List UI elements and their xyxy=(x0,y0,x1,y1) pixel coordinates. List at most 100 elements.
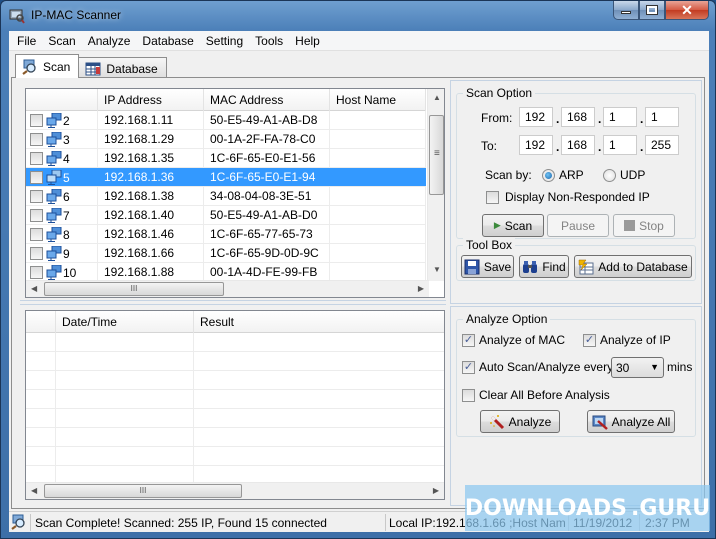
to-octet-4[interactable]: 255 xyxy=(645,135,679,155)
analyze-all-icon xyxy=(592,415,608,430)
scroll-right-icon[interactable]: ▶ xyxy=(433,486,439,495)
tab-database[interactable]: Database xyxy=(78,57,167,78)
row-checkbox[interactable] xyxy=(30,228,43,241)
scan-options-panel: Scan Option From: 192 . 168 . 1 . 1 To: … xyxy=(450,80,702,304)
non-responded-checkbox[interactable] xyxy=(486,191,499,204)
status-separator xyxy=(30,514,31,531)
table-row[interactable]: 2 192.168.1.11 50-E5-49-A1-AB-D8 xyxy=(26,111,426,130)
menu-help[interactable]: Help xyxy=(289,31,326,50)
column-header-mac[interactable]: MAC Address xyxy=(204,89,330,111)
row-checkbox[interactable] xyxy=(30,171,43,184)
auto-scan-checkbox[interactable]: ✓ xyxy=(462,361,475,374)
clear-before-analysis-checkbox[interactable] xyxy=(462,389,475,402)
analyze-button[interactable]: Analyze xyxy=(480,410,560,433)
interval-value: 30 xyxy=(616,361,630,375)
column-header-index[interactable] xyxy=(26,311,56,333)
network-computer-icon xyxy=(46,189,62,204)
row-checkbox[interactable] xyxy=(30,266,43,279)
menu-scan[interactable]: Scan xyxy=(42,31,81,50)
menu-setting[interactable]: Setting xyxy=(200,31,249,50)
pause-button-label: Pause xyxy=(560,218,596,233)
row-index-cell: 2 xyxy=(26,111,98,129)
pause-button[interactable]: Pause xyxy=(547,214,609,237)
scan-button[interactable]: ▶ Scan xyxy=(482,214,544,237)
from-octet-4[interactable]: 1 xyxy=(645,107,679,127)
title-bar[interactable]: IP-MAC Scanner ✕ xyxy=(1,1,715,31)
client-area: File Scan Analyze Database Setting Tools… xyxy=(9,31,709,532)
menu-analyze[interactable]: Analyze xyxy=(82,31,137,50)
table-row[interactable]: 3 192.168.1.29 00-1A-2F-FA-78-C0 xyxy=(26,130,426,149)
interval-dropdown[interactable]: 30 ▼ xyxy=(611,357,664,378)
result-grid-horizontal-thumb[interactable]: III xyxy=(44,484,242,498)
row-checkbox[interactable] xyxy=(30,152,43,165)
from-octet-3[interactable]: 1 xyxy=(603,107,637,127)
menu-tools[interactable]: Tools xyxy=(249,31,289,50)
ip-cell: 192.168.1.46 xyxy=(98,225,204,243)
table-row[interactable]: 5 192.168.1.36 1C-6F-65-E0-E1-94 xyxy=(26,168,426,187)
add-to-database-button[interactable]: Add to Database xyxy=(574,255,692,278)
scroll-right-icon[interactable]: ▶ xyxy=(418,284,424,293)
to-octet-2[interactable]: 168 xyxy=(561,135,595,155)
empty-cell xyxy=(56,333,194,351)
row-index-cell: 9 xyxy=(26,244,98,262)
window-title: IP-MAC Scanner xyxy=(31,8,122,22)
scroll-left-icon[interactable]: ◀ xyxy=(31,284,37,293)
analyze-all-button-label: Analyze All xyxy=(611,414,671,429)
column-header-result[interactable]: Result xyxy=(194,311,444,333)
udp-radio[interactable] xyxy=(603,169,616,182)
network-computer-icon xyxy=(46,151,62,166)
scroll-down-icon[interactable]: ▼ xyxy=(433,265,441,274)
find-button[interactable]: Find xyxy=(519,255,569,278)
ip-cell: 192.168.1.36 xyxy=(98,168,204,186)
maximize-button[interactable] xyxy=(639,1,665,20)
from-octet-2[interactable]: 168 xyxy=(561,107,595,127)
row-checkbox[interactable] xyxy=(30,190,43,203)
from-octet-1[interactable]: 192 xyxy=(519,107,553,127)
result-grid-horizontal-scrollbar[interactable]: ◀ III ▶ xyxy=(26,482,444,499)
column-header-datetime[interactable]: Date/Time xyxy=(56,311,194,333)
row-checkbox[interactable] xyxy=(30,247,43,260)
table-row[interactable]: 8 192.168.1.46 1C-6F-65-77-65-73 xyxy=(26,225,426,244)
to-octet-3[interactable]: 1 xyxy=(603,135,637,155)
scan-grid-vertical-scrollbar[interactable]: ▲ ≡ ▼ xyxy=(427,89,444,281)
row-checkbox[interactable] xyxy=(30,133,43,146)
row-checkbox[interactable] xyxy=(30,209,43,222)
empty-cell xyxy=(26,447,56,465)
column-header-ip[interactable]: IP Address xyxy=(98,89,204,111)
to-octet-1[interactable]: 192 xyxy=(519,135,553,155)
udp-label[interactable]: UDP xyxy=(620,168,645,182)
scan-grid-vertical-thumb[interactable]: ≡ xyxy=(429,115,444,195)
table-row[interactable]: 9 192.168.1.66 1C-6F-65-9D-0D-9C xyxy=(26,244,426,263)
analyze-all-button[interactable]: Analyze All xyxy=(587,410,675,433)
table-row[interactable]: 6 192.168.1.38 34-08-04-08-3E-51 xyxy=(26,187,426,206)
scroll-left-icon[interactable]: ◀ xyxy=(31,486,37,495)
host-cell xyxy=(330,168,426,186)
scan-grid-horizontal-scrollbar[interactable]: ◀ III ▶ xyxy=(26,280,429,297)
auto-scan-label[interactable]: Auto Scan/Analyze every xyxy=(479,360,613,374)
tab-scan[interactable]: Scan xyxy=(15,54,80,78)
column-header-index[interactable] xyxy=(26,89,98,111)
splitter[interactable] xyxy=(20,300,446,305)
stop-button[interactable]: Stop xyxy=(613,214,675,237)
analyze-ip-checkbox[interactable]: ✓ xyxy=(583,334,596,347)
arp-radio[interactable] xyxy=(542,169,555,182)
scroll-up-icon[interactable]: ▲ xyxy=(433,93,441,102)
column-header-host[interactable]: Host Name xyxy=(330,89,426,111)
close-icon: ✕ xyxy=(681,1,693,18)
menu-file[interactable]: File xyxy=(11,31,42,50)
analyze-mac-checkbox[interactable]: ✓ xyxy=(462,334,475,347)
table-row[interactable]: 4 192.168.1.35 1C-6F-65-E0-E1-56 xyxy=(26,149,426,168)
ip-dot: . xyxy=(598,140,602,154)
close-button[interactable]: ✕ xyxy=(665,1,709,20)
minimize-button[interactable] xyxy=(613,1,639,20)
analyze-ip-label[interactable]: Analyze of IP xyxy=(600,333,671,347)
arp-label[interactable]: ARP xyxy=(559,168,584,182)
scan-grid-horizontal-thumb[interactable]: III xyxy=(44,282,224,296)
save-button[interactable]: Save xyxy=(461,255,514,278)
non-responded-label[interactable]: Display Non-Responded IP xyxy=(505,190,650,204)
menu-database[interactable]: Database xyxy=(136,31,199,50)
analyze-mac-label[interactable]: Analyze of MAC xyxy=(479,333,565,347)
table-row[interactable]: 7 192.168.1.40 50-E5-49-A1-AB-D0 xyxy=(26,206,426,225)
clear-before-analysis-label[interactable]: Clear All Before Analysis xyxy=(479,388,610,402)
row-checkbox[interactable] xyxy=(30,114,43,127)
